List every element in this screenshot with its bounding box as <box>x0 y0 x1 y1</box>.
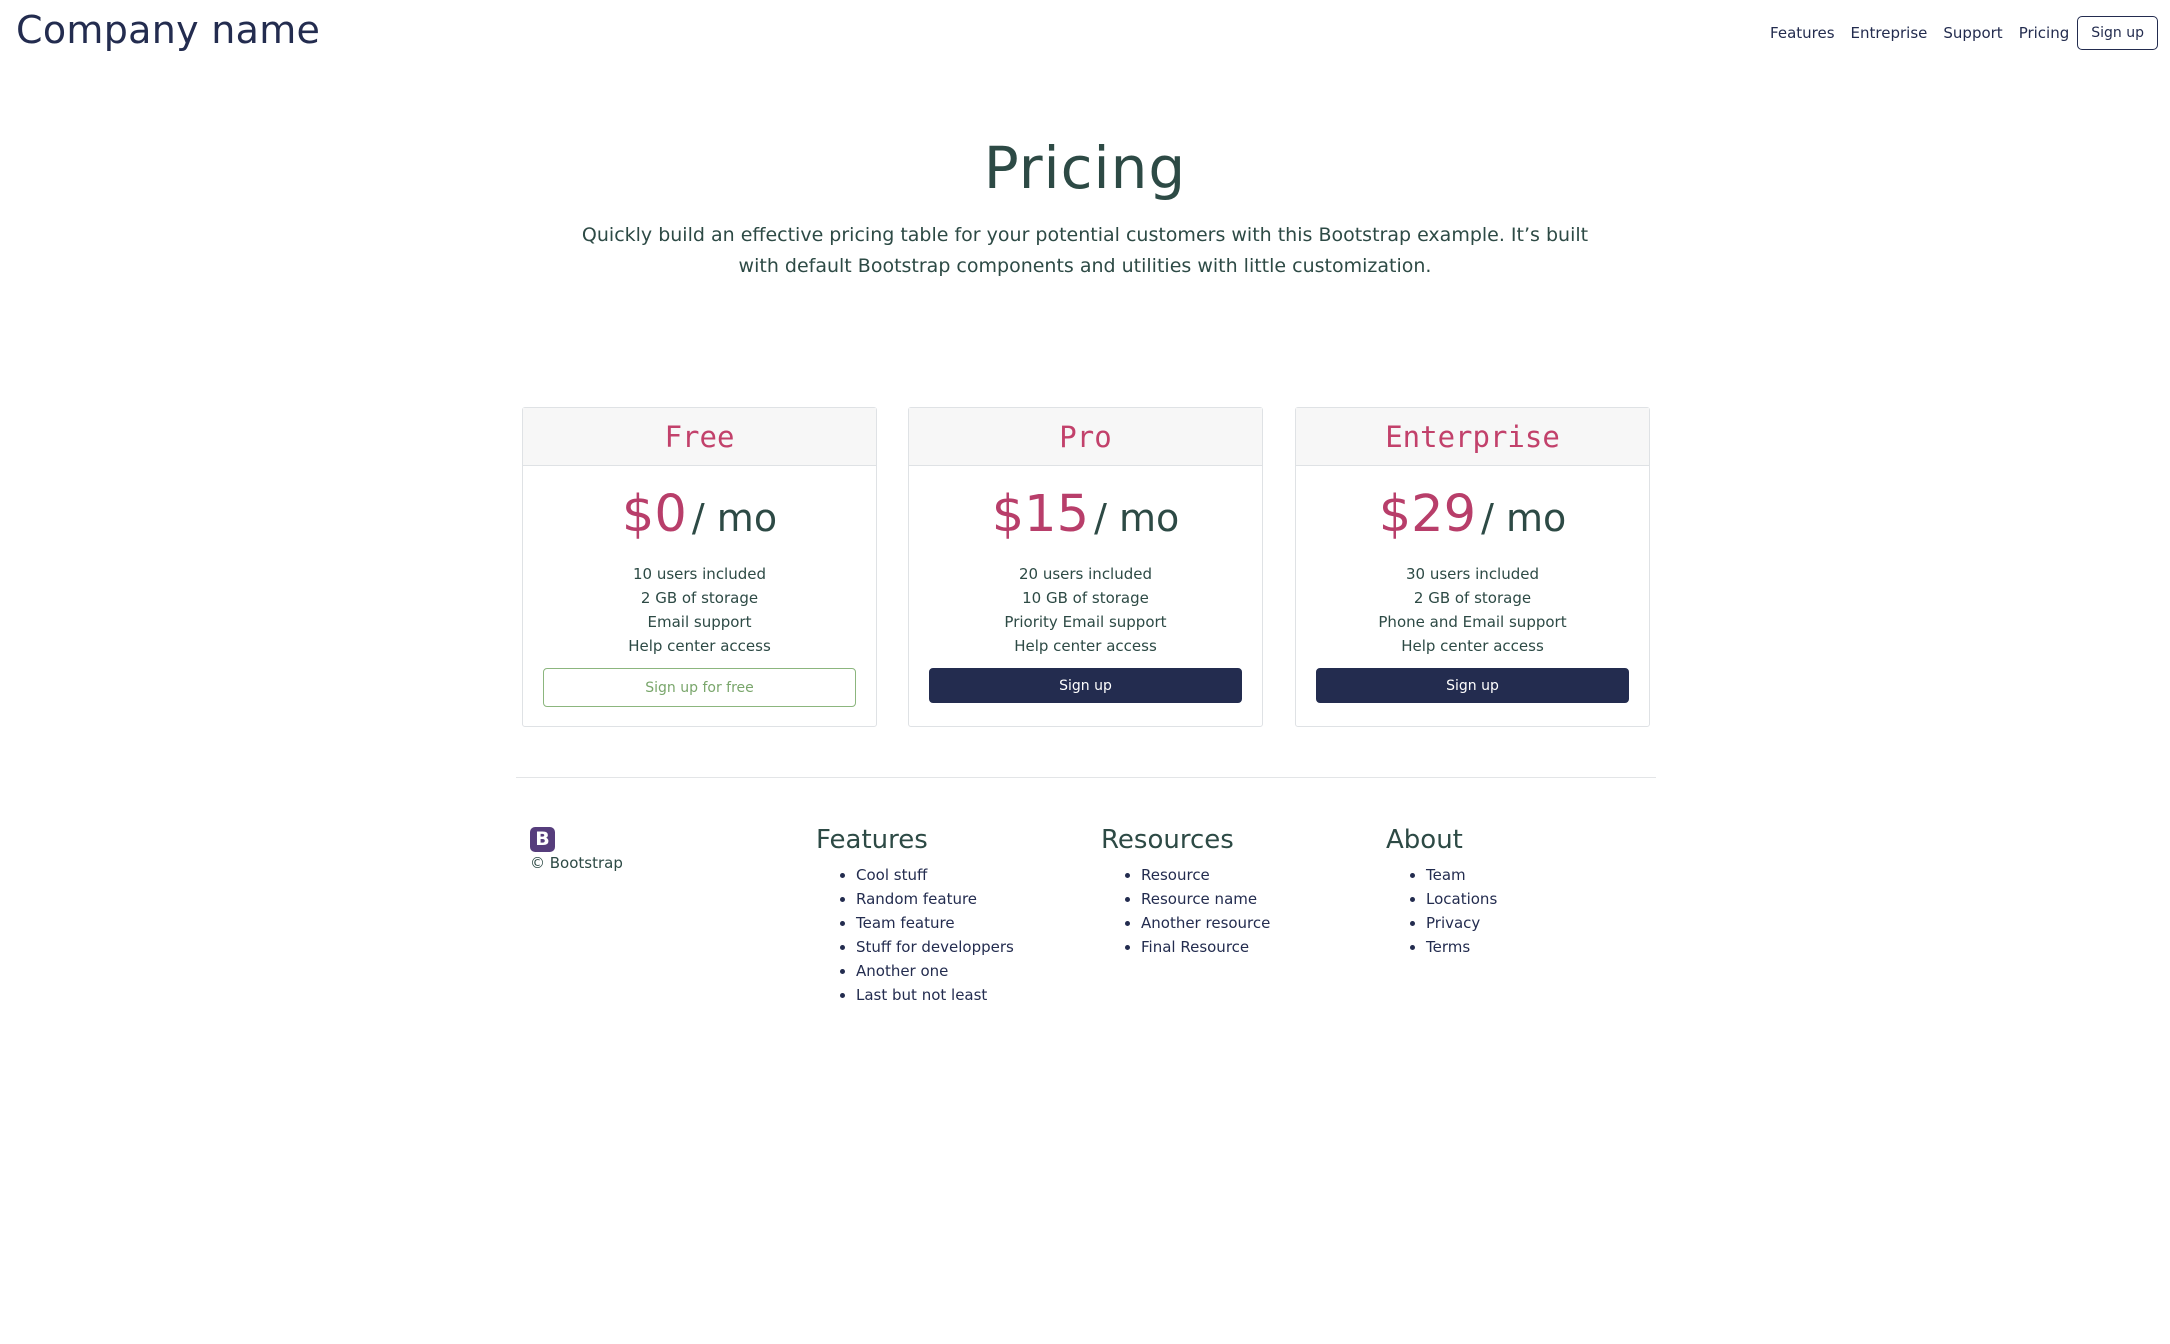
feature-item: 30 users included <box>1405 565 1540 583</box>
footer-link-list: Team Locations Privacy Terms <box>1386 863 1497 959</box>
signup-pro-button[interactable]: Sign up <box>929 668 1242 703</box>
footer-link-list: Cool stuff Random feature Team feature S… <box>816 863 1014 1007</box>
top-navbar: Company name Features Entreprise Support… <box>0 0 2170 72</box>
footer-link[interactable]: Final Resource <box>1141 935 1270 959</box>
plan-name: Enterprise <box>1296 408 1649 466</box>
plan-name: Free <box>523 408 876 466</box>
footer-column-features: Features Cool stuff Random feature Team … <box>816 823 1014 1007</box>
signup-enterprise-button[interactable]: Sign up <box>1316 668 1629 703</box>
pricing-hero: Pricing Quickly build an effective prici… <box>0 128 2170 282</box>
plan-name: Pro <box>909 408 1262 466</box>
footer-link[interactable]: Random feature <box>856 887 1014 911</box>
footer-column-about: About Team Locations Privacy Terms <box>1386 823 1497 959</box>
price-period: / mo <box>1481 496 1567 540</box>
footer-link[interactable]: Another resource <box>1141 911 1270 935</box>
feature-item: 10 users included <box>632 565 767 583</box>
footer-link[interactable]: Another one <box>856 959 1014 983</box>
nav-link-pricing[interactable]: Pricing <box>2019 24 2070 42</box>
feature-item: 20 users included <box>1018 565 1153 583</box>
hero-lead-text: Quickly build an effective pricing table… <box>581 224 1589 277</box>
pricing-card-enterprise: Enterprise $29 / mo 30 users included 2 … <box>1295 407 1650 727</box>
feature-item: Email support <box>647 613 752 631</box>
plan-features: 10 users included 2 GB of storage Email … <box>523 562 876 658</box>
footer-brand: B © Bootstrap <box>530 827 623 872</box>
footer-link[interactable]: Last but not least <box>856 983 1014 1007</box>
footer-heading: Resources <box>1101 825 1234 855</box>
pricing-cards: Free $0 / mo 10 users included 2 GB of s… <box>522 407 1650 727</box>
feature-item: Help center access <box>1401 637 1544 655</box>
footer-divider <box>516 777 1656 778</box>
footer-link[interactable]: Stuff for developpers <box>856 935 1014 959</box>
page-title: Pricing <box>983 134 1187 202</box>
footer-heading: Features <box>816 825 928 855</box>
footer-link[interactable]: Cool stuff <box>856 863 1014 887</box>
feature-item: Help center access <box>1014 637 1157 655</box>
footer-link[interactable]: Locations <box>1426 887 1497 911</box>
footer-column-resources: Resources Resource Resource name Another… <box>1101 823 1270 959</box>
feature-item: Priority Email support <box>1004 613 1167 631</box>
feature-item: 2 GB of storage <box>640 589 759 607</box>
feature-item: 2 GB of storage <box>1413 589 1532 607</box>
footer-link[interactable]: Team <box>1426 863 1497 887</box>
nav-link-features[interactable]: Features <box>1770 24 1835 42</box>
page-footer: B © Bootstrap Features Cool stuff Random… <box>530 823 1660 1023</box>
price-amount: $29 <box>1378 485 1477 544</box>
footer-link[interactable]: Privacy <box>1426 911 1497 935</box>
feature-item: 10 GB of storage <box>1022 589 1149 607</box>
footer-link-list: Resource Resource name Another resource … <box>1101 863 1270 959</box>
feature-item: Phone and Email support <box>1378 613 1567 631</box>
footer-heading: About <box>1386 825 1463 855</box>
bootstrap-logo-icon: B <box>530 827 555 852</box>
feature-item: Help center access <box>628 637 771 655</box>
footer-link[interactable]: Resource name <box>1141 887 1270 911</box>
signup-free-button[interactable]: Sign up for free <box>543 668 856 707</box>
pricing-card-free: Free $0 / mo 10 users included 2 GB of s… <box>522 407 877 727</box>
pricing-card-pro: Pro $15 / mo 20 users included 10 GB of … <box>908 407 1263 727</box>
nav-link-support[interactable]: Support <box>1943 24 2002 42</box>
price-amount: $0 <box>621 485 687 544</box>
copyright-text: © Bootstrap <box>530 854 623 872</box>
plan-price: $15 / mo <box>909 480 1262 550</box>
price-period: / mo <box>1094 496 1180 540</box>
nav-link-entreprise[interactable]: Entreprise <box>1851 24 1928 42</box>
price-amount: $15 <box>991 485 1090 544</box>
footer-link[interactable]: Resource <box>1141 863 1270 887</box>
price-period: / mo <box>691 496 778 540</box>
footer-link[interactable]: Team feature <box>856 911 1014 935</box>
company-brand[interactable]: Company name <box>16 4 320 56</box>
plan-features: 30 users included 2 GB of storage Phone … <box>1296 562 1649 658</box>
footer-link[interactable]: Terms <box>1426 935 1497 959</box>
header-signup-button[interactable]: Sign up <box>2077 16 2158 50</box>
plan-features: 20 users included 10 GB of storage Prior… <box>909 562 1262 658</box>
main-nav: Features Entreprise Support Pricing Sign… <box>1754 16 2158 50</box>
plan-price: $29 / mo <box>1296 480 1649 550</box>
plan-price: $0 / mo <box>523 480 876 550</box>
